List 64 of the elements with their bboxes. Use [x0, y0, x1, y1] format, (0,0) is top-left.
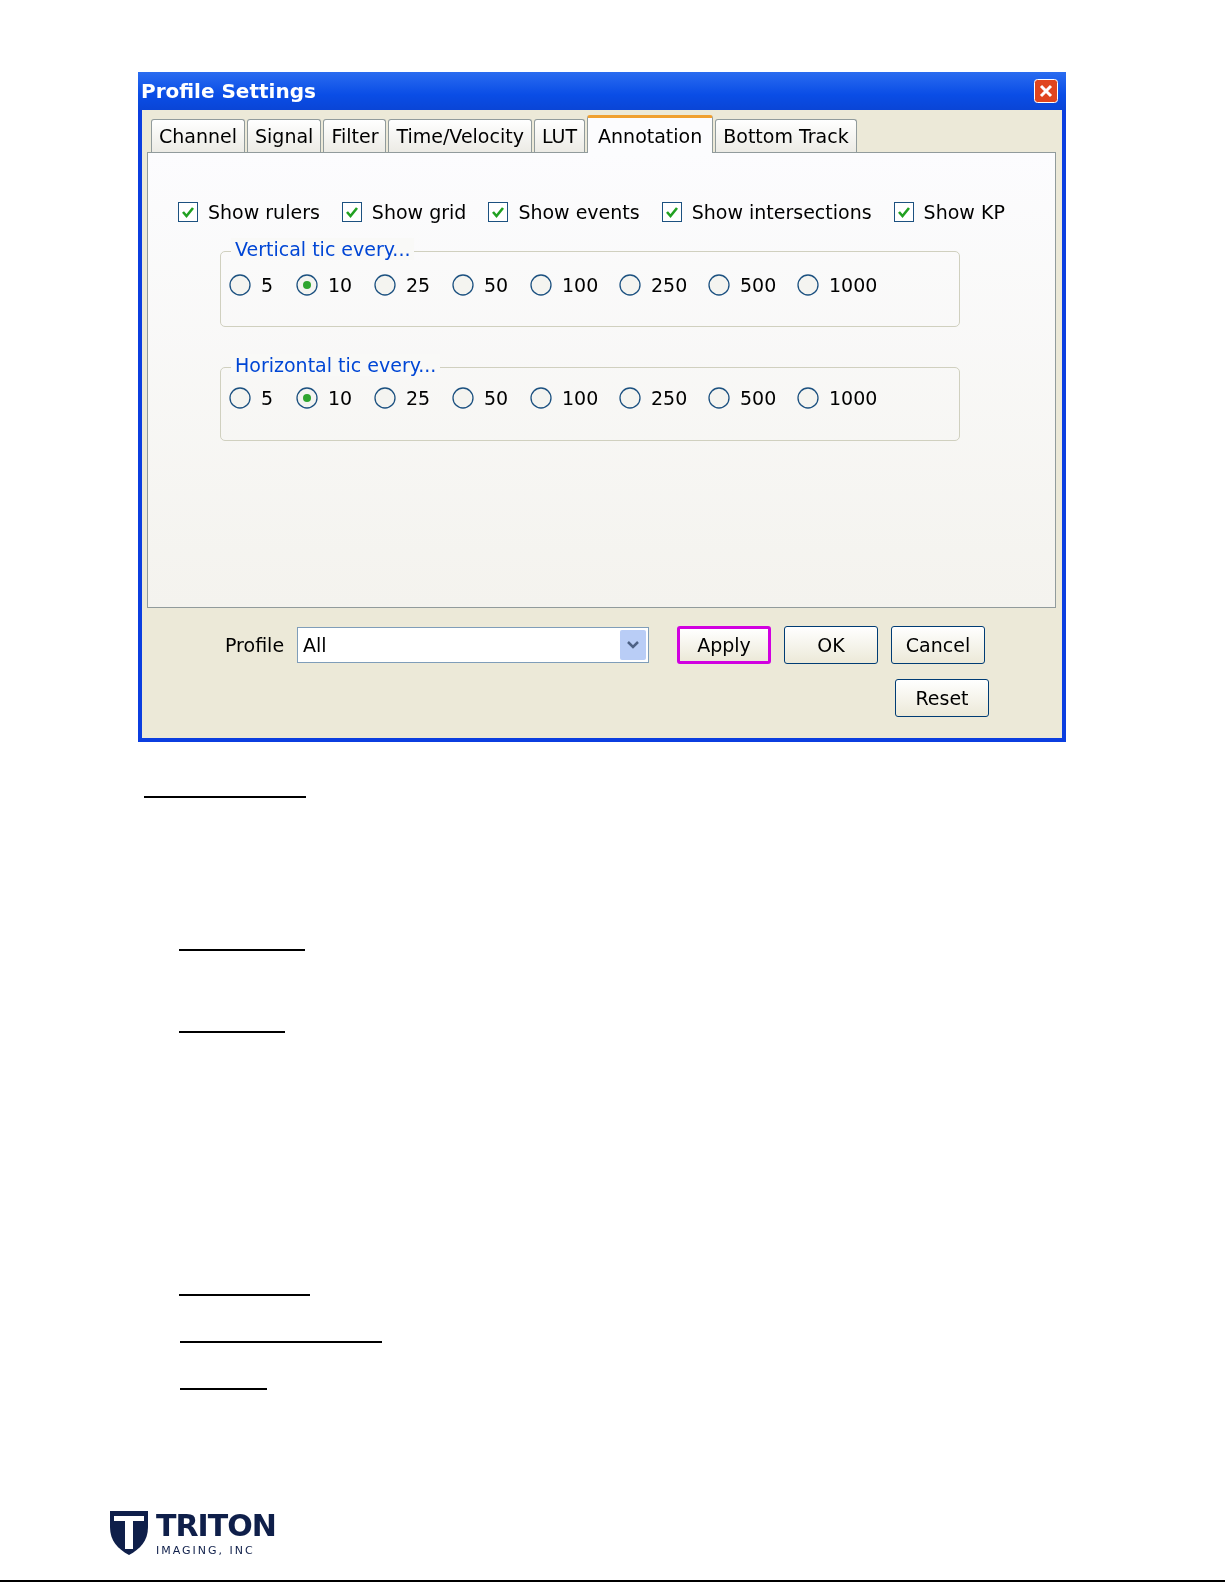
- radio-button[interactable]: [619, 387, 641, 409]
- tab[interactable]: Bottom Track: [715, 119, 857, 152]
- tab[interactable]: LUT: [533, 119, 586, 152]
- dialog-button[interactable]: OK: [784, 626, 878, 664]
- radio-label: 500: [740, 387, 777, 409]
- radio-button[interactable]: [296, 387, 318, 409]
- window-title: Profile Settings: [141, 79, 316, 103]
- close-icon[interactable]: [1034, 79, 1058, 103]
- radio-label: 250: [651, 387, 688, 409]
- radio-button[interactable]: [229, 274, 251, 296]
- group-title: Vertical tic every...: [231, 238, 415, 260]
- radio-label: 1000: [829, 274, 878, 296]
- dialog-button[interactable]: Cancel: [891, 626, 985, 664]
- dialog-button[interactable]: Apply: [677, 626, 771, 664]
- radio-button[interactable]: [797, 274, 819, 296]
- logo-subtitle: IMAGING, INC: [156, 1544, 256, 1557]
- radio-button[interactable]: [708, 274, 730, 296]
- checkbox[interactable]: [893, 202, 914, 222]
- radio-label: 50: [484, 274, 509, 296]
- radio-label: 500: [740, 274, 777, 296]
- radio-button[interactable]: [229, 387, 251, 409]
- radio-button[interactable]: [619, 274, 641, 296]
- radio-button[interactable]: [452, 274, 474, 296]
- radio-button[interactable]: [797, 387, 819, 409]
- radio-button[interactable]: [452, 387, 474, 409]
- radio-label: 25: [406, 387, 431, 409]
- checkbox-label: Show KP: [923, 201, 1005, 223]
- group-title: Horizontal tic every...: [231, 354, 441, 376]
- reset-button[interactable]: Reset: [895, 679, 989, 717]
- checkbox-label: Show events: [518, 201, 640, 223]
- checkbox[interactable]: [341, 202, 362, 222]
- radio-label: 25: [406, 274, 431, 296]
- radio-button[interactable]: [374, 387, 396, 409]
- profile-dropdown[interactable]: All: [297, 627, 649, 663]
- radio-label: 5: [261, 274, 274, 296]
- tab[interactable]: Channel: [151, 119, 245, 152]
- tab[interactable]: Annotation: [587, 115, 714, 153]
- radio-button[interactable]: [374, 274, 396, 296]
- profile-label: Profile: [225, 634, 286, 656]
- radio-label: 100: [562, 387, 599, 409]
- checkbox-label: Show intersections: [691, 201, 872, 223]
- radio-label: 10: [328, 274, 353, 296]
- tab[interactable]: Signal: [247, 119, 322, 152]
- tab[interactable]: Filter: [323, 119, 387, 152]
- dropdown-value: All: [303, 634, 327, 656]
- radio-button[interactable]: [530, 387, 552, 409]
- caret-icon[interactable]: [620, 630, 646, 660]
- radio-button[interactable]: [296, 274, 318, 296]
- radio-button[interactable]: [708, 387, 730, 409]
- shield-logo-icon: [110, 1511, 148, 1555]
- checkbox[interactable]: [178, 202, 198, 222]
- radio-label: 10: [328, 387, 353, 409]
- checkbox-label: Show grid: [371, 201, 467, 223]
- checkbox[interactable]: [661, 202, 682, 222]
- radio-label: 50: [484, 387, 509, 409]
- radio-button[interactable]: [530, 274, 552, 296]
- radio-label: 100: [562, 274, 599, 296]
- logo-name: TRITON: [156, 1511, 276, 1541]
- radio-label: 5: [261, 387, 274, 409]
- checkbox[interactable]: [488, 202, 509, 222]
- tab[interactable]: Time/Velocity: [388, 119, 532, 152]
- checkbox-label: Show rulers: [208, 201, 320, 223]
- radio-label: 1000: [829, 387, 878, 409]
- radio-label: 250: [651, 274, 688, 296]
